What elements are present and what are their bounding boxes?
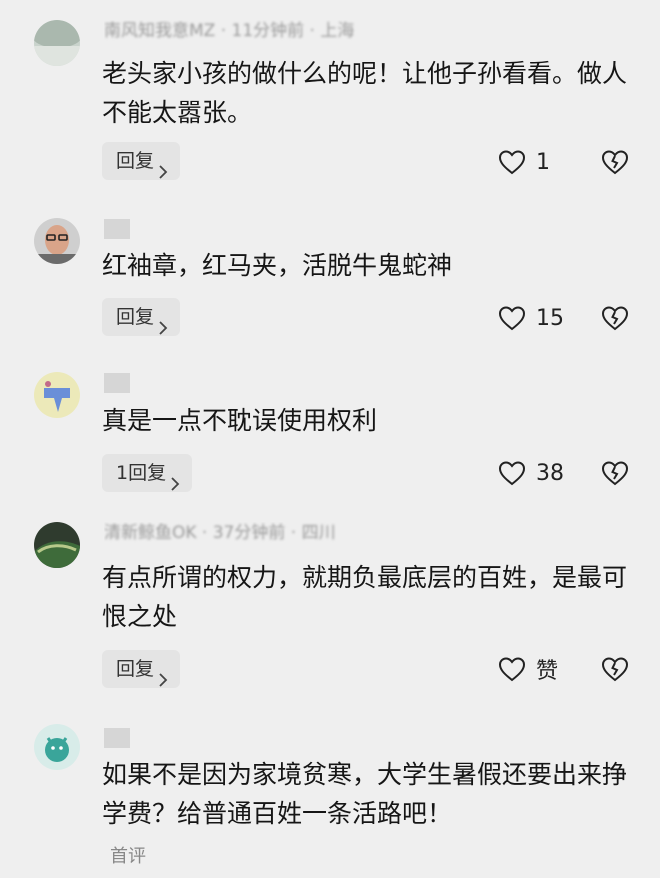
reply-label: 1回复 (116, 462, 167, 484)
reply-button[interactable]: 回复 (102, 298, 181, 336)
comment-text: 如果不是因为家境贫寒，大学生暑假还要出来挣学费？给普通百姓一条活路吧！ (102, 760, 628, 828)
comment-meta (104, 372, 504, 394)
like-count: 38 (536, 460, 564, 486)
redacted-username (104, 219, 130, 239)
heart-outline-icon (498, 460, 526, 486)
like-button[interactable]: 1 (498, 147, 550, 177)
reply-label: 回复 (116, 150, 155, 172)
broken-heart-icon[interactable] (600, 459, 630, 487)
like-count: 赞 (536, 659, 559, 684)
comment-meta (104, 218, 504, 240)
chevron-right-icon (170, 466, 180, 491)
avatar[interactable] (34, 20, 80, 66)
reply-label: 回复 (116, 306, 155, 328)
reply-label: 回复 (116, 658, 155, 680)
heart-outline-icon (498, 149, 526, 175)
avatar[interactable] (34, 372, 80, 418)
like-button[interactable]: 38 (498, 458, 564, 488)
like-count: 1 (536, 149, 550, 175)
reply-button[interactable]: 回复 (102, 142, 181, 180)
chevron-right-icon (158, 310, 168, 335)
chevron-right-icon (158, 154, 168, 179)
broken-heart-icon[interactable] (600, 655, 630, 683)
chevron-right-icon (158, 662, 168, 687)
like-count: 15 (536, 305, 564, 331)
redacted-username (104, 373, 130, 393)
broken-heart-icon[interactable] (600, 304, 630, 332)
comment-meta: 南风知我意MZ · 11分钟前 · 上海 (104, 21, 355, 41)
like-button[interactable]: 15 (498, 303, 564, 333)
avatar[interactable] (34, 218, 80, 264)
comment-meta: 清新鲸鱼OK · 37分钟前 · 四川 (104, 523, 336, 543)
avatar[interactable] (34, 724, 80, 770)
comment-text: 有点所谓的权力，就期负最底层的百姓，是最可恨之处 (102, 563, 628, 631)
avatar[interactable] (34, 522, 80, 568)
comment-text: 老头家小孩的做什么的呢！让他子孙看看。做人不能太嚣张。 (102, 59, 628, 127)
reply-button[interactable]: 1回复 (102, 454, 193, 492)
reply-button[interactable]: 回复 (102, 650, 181, 688)
broken-heart-icon[interactable] (600, 148, 630, 176)
heart-outline-icon (498, 305, 526, 331)
like-button[interactable]: 赞 (498, 654, 558, 684)
first-review-badge: 首评 (110, 846, 146, 867)
comment-text: 真是一点不耽误使用权利 (102, 406, 378, 435)
heart-outline-icon (498, 656, 526, 682)
redacted-username (104, 728, 130, 748)
comment-meta (104, 727, 504, 749)
comment-text: 红袖章，红马夹，活脱牛鬼蛇神 (102, 251, 453, 280)
